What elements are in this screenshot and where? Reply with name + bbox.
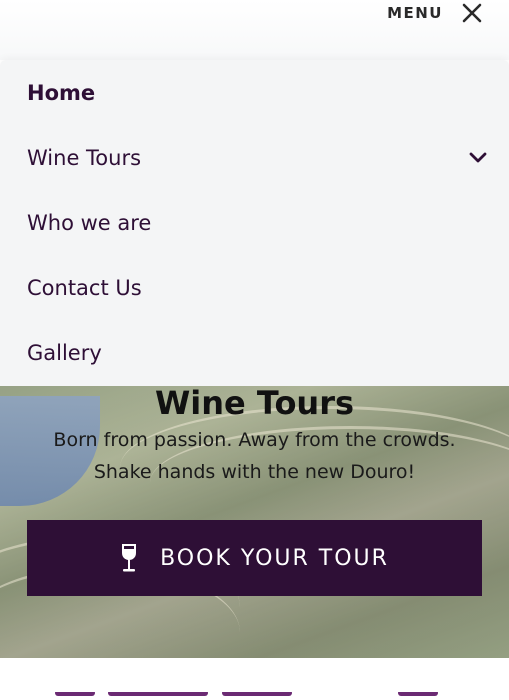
chevron-down-icon[interactable]: [469, 152, 487, 164]
top-header: MENU: [0, 0, 509, 60]
nav-item-home[interactable]: Home: [27, 73, 487, 113]
nav-item-label: Contact Us: [27, 276, 142, 300]
nav-item-label: Gallery: [27, 341, 102, 365]
nav-item-contact-us[interactable]: Contact Us: [27, 268, 487, 308]
nav-item-who-we-are[interactable]: Who we are: [27, 203, 487, 243]
hero-section: Wine Tours Born from passion. Away from …: [0, 386, 509, 658]
book-your-tour-button[interactable]: BOOK YOUR TOUR: [27, 520, 482, 596]
nav-menu-panel: Home Wine Tours Who we are Contact Us Ga…: [0, 60, 509, 386]
nav-item-label: Who we are: [27, 211, 152, 235]
menu-toggle-button[interactable]: MENU: [387, 0, 483, 26]
hero-title: Wine Tours: [154, 386, 355, 422]
hero-subtitle-line1: Born from passion. Away from the crowds.: [53, 429, 456, 451]
nav-item-label: Wine Tours: [27, 146, 142, 170]
hero-subtitle-line2: Shake hands with the new Douro!: [93, 461, 416, 483]
nav-item-label: Home: [27, 81, 96, 105]
menu-label: MENU: [387, 4, 443, 22]
book-button-label: BOOK YOUR TOUR: [160, 545, 389, 571]
wine-glass-icon: [122, 544, 137, 572]
cut-off-heading: [0, 692, 509, 700]
nav-item-wine-tours[interactable]: Wine Tours: [27, 138, 487, 178]
close-icon[interactable]: [461, 2, 483, 24]
nav-item-gallery[interactable]: Gallery: [27, 333, 487, 373]
